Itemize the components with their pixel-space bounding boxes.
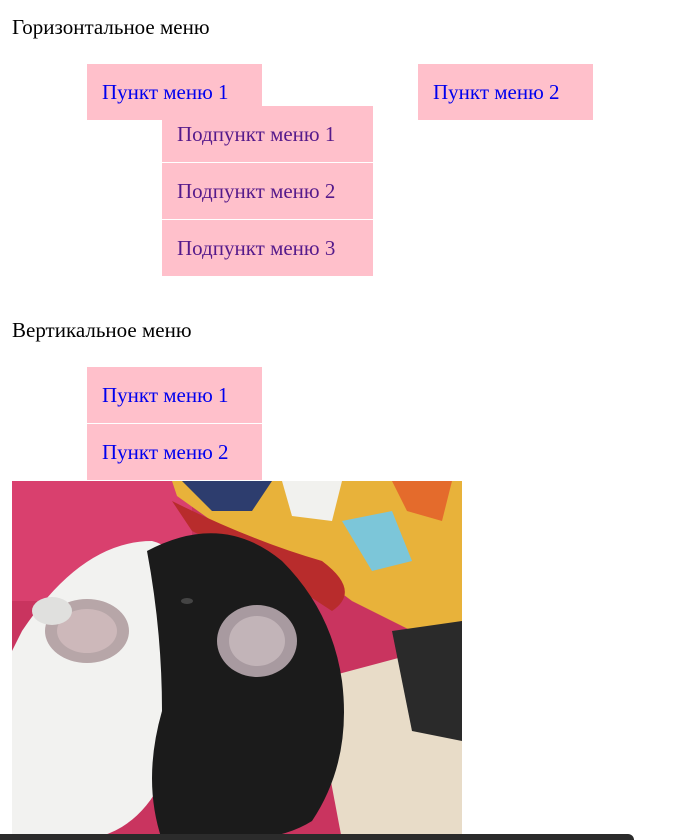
horizontal-menu-heading: Горизонтальное меню	[12, 15, 210, 39]
vertical-menu-item-1[interactable]: Пункт меню 1	[87, 367, 262, 423]
submenu-item-2[interactable]: Подпункт меню 2	[162, 163, 373, 219]
vertical-menu-heading: Вертикальное меню	[12, 318, 192, 342]
bottom-scrollbar[interactable]	[0, 834, 634, 840]
horizontal-menu-item-2[interactable]: Пункт меню 2	[418, 64, 593, 120]
chinchillas-photo	[12, 481, 462, 840]
submenu-item-1[interactable]: Подпункт меню 1	[162, 106, 373, 162]
vertical-menu-item-2[interactable]: Пункт меню 2	[87, 424, 262, 480]
submenu-item-3[interactable]: Подпункт меню 3	[162, 220, 373, 276]
